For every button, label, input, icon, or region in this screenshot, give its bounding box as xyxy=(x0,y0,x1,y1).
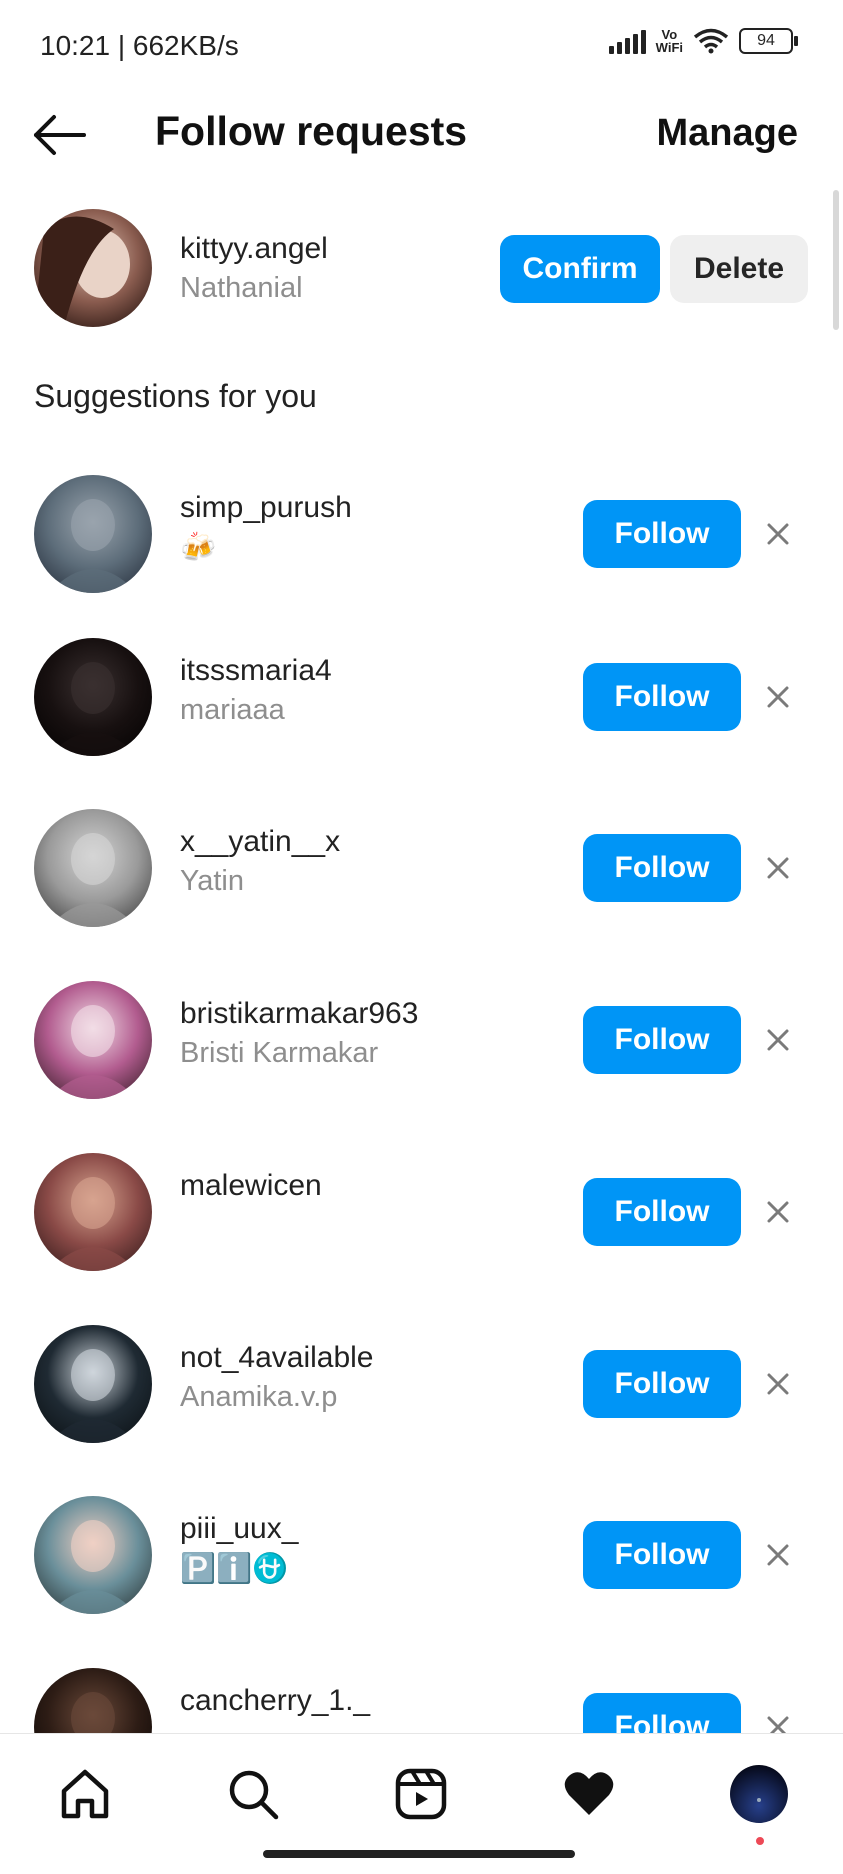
suggestion-username[interactable]: piii_uux_ xyxy=(180,1512,298,1546)
suggestion-subtitle: Bristi Karmakar xyxy=(180,1037,379,1069)
suggestion-subtitle: mariaaa xyxy=(180,694,285,726)
scrollbar[interactable] xyxy=(833,190,839,330)
back-arrow-icon[interactable] xyxy=(32,114,88,156)
suggestion-username[interactable]: simp_purush xyxy=(180,491,352,525)
signal-icon xyxy=(608,28,646,54)
suggestion-username[interactable]: malewicen xyxy=(180,1169,322,1203)
avatar-image xyxy=(34,1153,152,1271)
follow-button[interactable]: Follow xyxy=(583,834,741,902)
avatar[interactable] xyxy=(34,638,152,756)
follow-button[interactable]: Follow xyxy=(583,1521,741,1589)
nav-profile[interactable] xyxy=(724,1759,794,1829)
close-icon[interactable] xyxy=(762,1539,794,1571)
suggestion-username[interactable]: bristikarmakar963 xyxy=(180,997,418,1031)
avatar-image xyxy=(34,809,152,927)
follow-button[interactable]: Follow xyxy=(583,500,741,568)
search-icon xyxy=(229,1770,279,1820)
wifi-icon xyxy=(693,28,729,54)
avatar[interactable] xyxy=(34,209,152,327)
close-icon[interactable] xyxy=(762,681,794,713)
nav-reels[interactable] xyxy=(386,1759,456,1829)
avatar-image xyxy=(34,638,152,756)
profile-avatar xyxy=(730,1765,788,1823)
follow-button[interactable]: Follow xyxy=(583,663,741,731)
battery-icon: 94 xyxy=(739,28,798,54)
status-icons: Vo WiFi 94 xyxy=(608,28,798,54)
manage-button[interactable]: Manage xyxy=(657,112,798,155)
close-icon[interactable] xyxy=(762,1196,794,1228)
follow-button[interactable]: Follow xyxy=(583,1178,741,1246)
delete-button[interactable]: Delete xyxy=(670,235,808,303)
vowifi-bottom-label: WiFi xyxy=(655,40,683,55)
vowifi-icon: Vo WiFi xyxy=(656,28,683,54)
nav-home[interactable] xyxy=(50,1759,120,1829)
avatar[interactable] xyxy=(34,1153,152,1271)
request-name: Nathanial xyxy=(180,272,303,304)
close-icon[interactable] xyxy=(762,518,794,550)
suggestion-subtitle: 🅿️ℹ️⛎ xyxy=(180,1553,289,1585)
follow-button[interactable]: Follow xyxy=(583,1006,741,1074)
nav-search[interactable] xyxy=(218,1759,288,1829)
suggestion-username[interactable]: x__yatin__x xyxy=(180,825,340,859)
suggestion-subtitle: 🍻 xyxy=(180,532,217,564)
avatar-image xyxy=(34,981,152,1099)
suggestions-title: Suggestions for you xyxy=(34,378,317,414)
avatar[interactable] xyxy=(34,809,152,927)
suggestion-subtitle: Yatin xyxy=(180,865,244,897)
avatar-image xyxy=(34,1325,152,1443)
confirm-button[interactable]: Confirm xyxy=(500,235,660,303)
follow-button[interactable]: Follow xyxy=(583,1350,741,1418)
status-time: 10:21 | 662KB/s xyxy=(40,30,239,61)
suggestion-username[interactable]: not_4available xyxy=(180,1341,374,1375)
header: Follow requests Manage xyxy=(0,90,843,180)
avatar[interactable] xyxy=(34,1496,152,1614)
suggestion-subtitle: Anamika.v.p xyxy=(180,1381,338,1413)
nav-activity[interactable] xyxy=(554,1759,624,1829)
request-username[interactable]: kittyy.angel xyxy=(180,232,328,266)
close-icon[interactable] xyxy=(762,852,794,884)
notification-dot xyxy=(756,1837,764,1845)
avatar-image xyxy=(34,475,152,593)
home-indicator[interactable] xyxy=(263,1850,575,1858)
heart-icon xyxy=(564,1772,614,1815)
avatar[interactable] xyxy=(34,1325,152,1443)
reels-icon xyxy=(395,1768,447,1820)
close-icon[interactable] xyxy=(762,1368,794,1400)
avatar[interactable] xyxy=(34,981,152,1099)
suggestion-username[interactable]: itsssmaria4 xyxy=(180,654,332,688)
avatar-image xyxy=(34,209,152,327)
close-icon[interactable] xyxy=(762,1024,794,1056)
avatar[interactable] xyxy=(34,475,152,593)
suggestion-username[interactable]: cancherry_1._ xyxy=(180,1684,370,1718)
home-icon xyxy=(61,1769,109,1819)
page-title: Follow requests xyxy=(155,108,468,154)
avatar-image xyxy=(34,1496,152,1614)
status-bar: 10:21 | 662KB/s Vo WiFi 94 xyxy=(0,0,843,90)
